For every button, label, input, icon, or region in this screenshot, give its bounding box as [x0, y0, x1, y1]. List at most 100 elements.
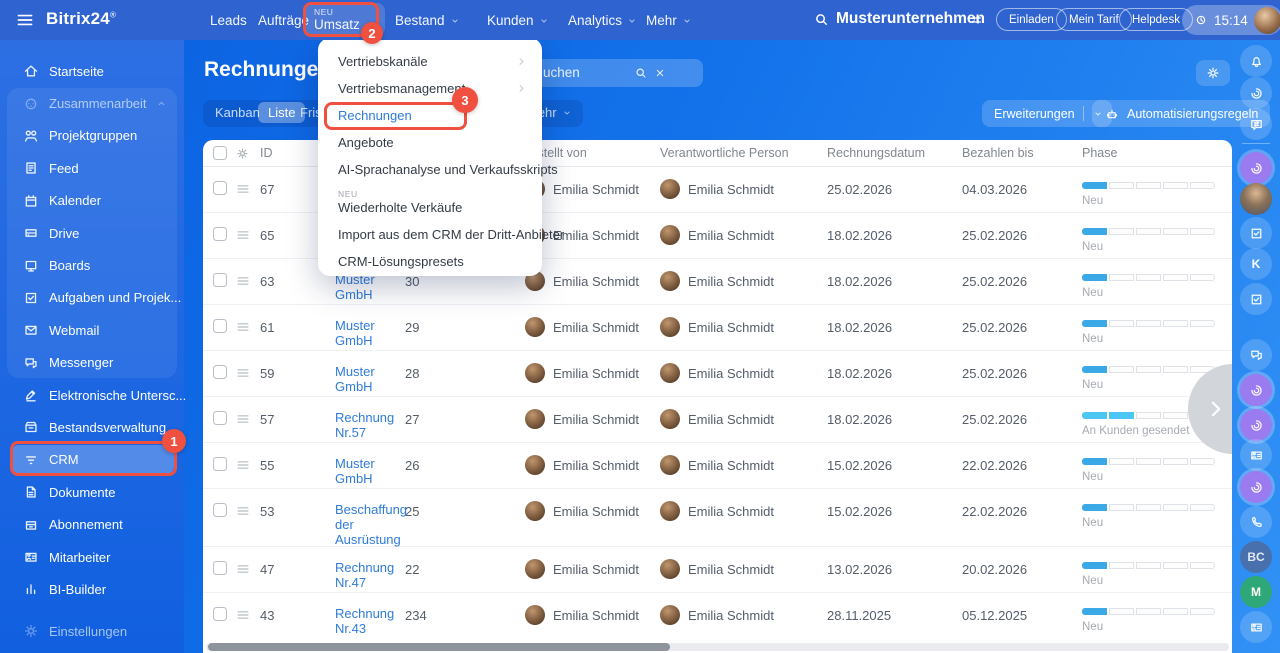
column-header-date[interactable]: Rechnungsdatum [827, 140, 962, 160]
created-by-cell[interactable]: Emilia Schmidt [525, 397, 660, 429]
tasks-icon[interactable] [1240, 217, 1272, 249]
responsible-cell[interactable]: Emilia Schmidt [660, 443, 827, 475]
search-icon[interactable] [633, 65, 649, 81]
column-settings-gear-icon[interactable] [235, 146, 250, 161]
view-settings-button[interactable] [1196, 60, 1230, 86]
sidebar-item-startseite[interactable]: Startseite [0, 55, 184, 87]
responsible-cell[interactable]: Emilia Schmidt [660, 167, 827, 199]
row-checkbox[interactable] [213, 273, 227, 287]
drag-handle-icon[interactable] [235, 319, 251, 335]
created-by-cell[interactable]: Emilia Schmidt [525, 259, 660, 291]
chat-k-avatar[interactable]: K [1240, 248, 1272, 280]
menu-item-vertriebskan-le[interactable]: Vertriebskanäle [318, 48, 542, 75]
created-by-cell[interactable]: Emilia Schmidt [525, 443, 660, 475]
sidebar-item-messenger[interactable]: Messenger [0, 347, 184, 379]
invoice-name-link[interactable]: Muster GmbH [335, 443, 415, 486]
work-timer[interactable]: 15:14 [1182, 5, 1280, 35]
nav-auftraege[interactable]: Aufträge [258, 0, 309, 40]
created-by-cell[interactable]: Emilia Schmidt [525, 489, 660, 521]
global-search-icon[interactable] [812, 10, 831, 29]
contact-card-icon-2[interactable] [1240, 611, 1272, 643]
row-checkbox[interactable] [213, 181, 227, 195]
sidebar-item-crm[interactable]: CRM [0, 444, 184, 476]
drag-handle-icon[interactable] [235, 607, 251, 623]
menu-item-crm-l-sungspresets[interactable]: CRM-Lösungspresets [318, 248, 542, 275]
sidebar-item-boards[interactable]: Boards [0, 249, 184, 281]
row-checkbox[interactable] [213, 319, 227, 333]
tab-kanban[interactable]: Kanban [215, 105, 260, 120]
select-all-checkbox[interactable] [213, 146, 227, 160]
invoice-row-59[interactable]: 59 Muster GmbH 28 Emilia Schmidt Emilia Schm… [203, 351, 1232, 397]
sidebar-item-einstellungen[interactable]: Einstellungen [0, 615, 184, 647]
menu-item-wiederholte-verk-ufe[interactable]: NEU Wiederholte Verkäufe [318, 183, 542, 221]
column-header-due[interactable]: Bezahlen bis [962, 140, 1082, 160]
sidebar-item-mitarbeiter[interactable]: Mitarbeiter [0, 541, 184, 573]
sidebar-item-kalender[interactable]: Kalender [0, 185, 184, 217]
drag-handle-icon[interactable] [235, 457, 251, 473]
nav-analytics[interactable]: Analytics [568, 0, 638, 40]
company-switch-icon[interactable] [968, 12, 984, 28]
menu-item-angebote[interactable]: Angebote [318, 129, 542, 156]
row-checkbox[interactable] [213, 411, 227, 425]
profile-avatar[interactable] [1253, 6, 1280, 34]
menu-item-ai-sprachanalyse-und-verkaufsskripts[interactable]: AI-Sprachanalyse und Verkaufsskripts [318, 156, 558, 183]
created-by-cell[interactable]: Emilia Schmidt [525, 351, 660, 383]
column-header-phase[interactable]: Phase [1082, 140, 1220, 160]
copilot-icon-3[interactable] [1240, 409, 1272, 441]
copilot-icon-4[interactable] [1240, 471, 1272, 503]
messenger-transfer-icon[interactable] [1240, 108, 1272, 140]
invoice-name-link[interactable]: Rechnung Nr.47 [335, 547, 415, 590]
invoice-name-link[interactable]: Rechnung Nr.43 [335, 593, 415, 636]
copilot-active-icon[interactable] [1240, 152, 1272, 184]
menu-item-rechnungen[interactable]: Rechnungen [318, 102, 542, 129]
row-checkbox[interactable] [213, 457, 227, 471]
nav-leads[interactable]: Leads [210, 0, 247, 40]
invoice-row-57[interactable]: 57 Rechnung Nr.57 27 Emilia Schmidt Emilia S… [203, 397, 1232, 443]
responsible-cell[interactable]: Emilia Schmidt [660, 593, 827, 625]
created-by-cell[interactable]: Emilia Schmidt [525, 305, 660, 337]
sidebar-item-zusammenarbeit[interactable]: Zusammenarbeit [0, 87, 184, 119]
column-header-responsible[interactable]: Verantwortliche Person [660, 140, 827, 160]
invoice-name-link[interactable]: Beschaffung der Ausrüstung [335, 489, 415, 547]
row-checkbox[interactable] [213, 503, 227, 517]
horizontal-scrollbar-thumb[interactable] [208, 643, 670, 651]
sidebar-item-feed[interactable]: Feed [0, 152, 184, 184]
sidebar-item-bi-builder[interactable]: BI-Builder [0, 573, 184, 605]
nav-kunden[interactable]: Kunden [487, 0, 550, 40]
horizontal-scrollbar[interactable] [206, 643, 1229, 651]
menu-item-import-aus-dem-crm-der-dritt-anbieter[interactable]: Import aus dem CRM der Dritt-Anbieter [318, 221, 564, 248]
invoice-row-43[interactable]: 43 Rechnung Nr.43 234 Emilia Schmidt Emilia … [203, 593, 1232, 641]
responsible-cell[interactable]: Emilia Schmidt [660, 213, 827, 245]
sidebar-item-dokumente[interactable]: Dokumente [0, 476, 184, 508]
copilot-icon[interactable] [1240, 77, 1272, 109]
chat-bc-avatar[interactable]: BC [1240, 541, 1272, 573]
phase-cell[interactable]: Neu [1082, 167, 1220, 207]
drag-handle-icon[interactable] [235, 365, 251, 381]
column-header-created[interactable]: Erstellt von [525, 140, 660, 160]
sidebar-item-bestandsverwaltung[interactable]: Bestandsverwaltung [0, 411, 184, 443]
notifications-bell-icon[interactable] [1240, 45, 1272, 77]
sidebar-item-elektronische-untersc[interactable]: Elektronische Untersc... [0, 379, 186, 411]
menu-item-vertriebsmanagement[interactable]: Vertriebsmanagement [318, 75, 542, 102]
responsible-cell[interactable]: Emilia Schmidt [660, 489, 827, 521]
drag-handle-icon[interactable] [235, 227, 251, 243]
tab-liste[interactable]: Liste [258, 102, 306, 123]
clear-search-icon[interactable] [653, 66, 667, 80]
nav-umsatz[interactable]: NEU Umsatz [305, 3, 385, 36]
invoice-name-link[interactable]: Muster GmbH [335, 351, 415, 394]
drag-handle-icon[interactable] [235, 503, 251, 519]
responsible-cell[interactable]: Emilia Schmidt [660, 259, 827, 291]
app-logo[interactable]: Bitrix24® [46, 9, 116, 29]
chat-m-avatar[interactable]: M [1240, 576, 1272, 608]
user-avatar[interactable] [1240, 183, 1272, 215]
drag-handle-icon[interactable] [235, 561, 251, 577]
sidebar-item-drive[interactable]: Drive [0, 217, 184, 249]
call-icon[interactable] [1240, 506, 1272, 538]
company-name[interactable]: Musterunternehmen [836, 10, 985, 28]
phase-cell[interactable]: Neu [1082, 305, 1220, 345]
phase-cell[interactable]: Neu [1082, 489, 1220, 529]
row-checkbox[interactable] [213, 227, 227, 241]
nav-bestand[interactable]: Bestand [395, 0, 461, 40]
phase-cell[interactable]: Neu [1082, 259, 1220, 299]
row-checkbox[interactable] [213, 607, 227, 621]
